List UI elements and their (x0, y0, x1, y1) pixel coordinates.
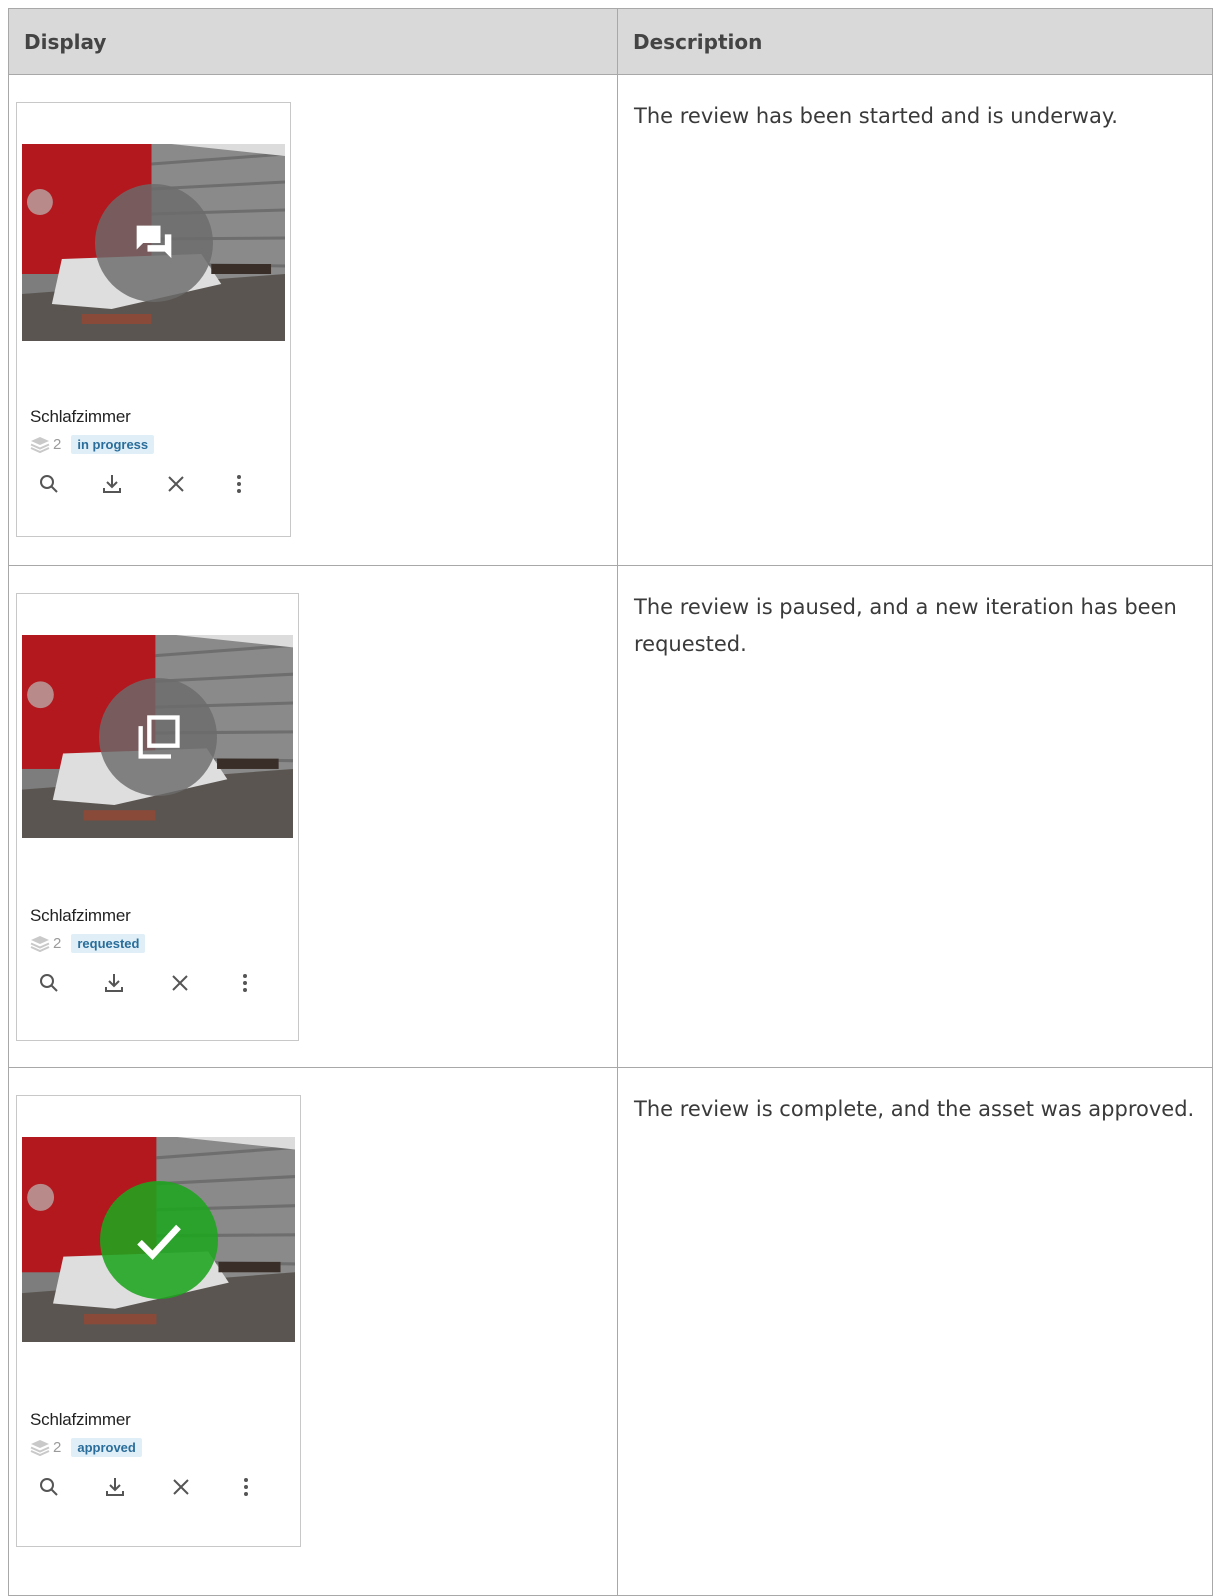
description-cell: The review has been started and is under… (617, 74, 1213, 566)
asset-thumbnail[interactable] (22, 144, 285, 341)
search-icon (40, 475, 58, 493)
display-cell: Schlafzimmer 2 approved (8, 1067, 618, 1596)
remove-button[interactable] (169, 1473, 235, 1501)
status-overlay (98, 677, 217, 796)
asset-name[interactable]: Schlafzimmer (30, 1410, 300, 1430)
status-badge: in progress (71, 435, 155, 454)
close-icon (171, 975, 188, 991)
status-badge: requested (71, 934, 146, 953)
asset-name[interactable]: Schlafzimmer (30, 407, 290, 427)
card-actions (17, 470, 290, 498)
header-description: Description (617, 8, 1213, 75)
download-button[interactable] (102, 969, 167, 997)
download-icon (103, 475, 122, 493)
status-badge: approved (71, 1438, 142, 1457)
download-icon (105, 1478, 124, 1496)
search-icon (40, 974, 58, 992)
version-count: 2 (30, 935, 61, 953)
status-overlay (99, 1180, 218, 1299)
version-count: 2 (30, 436, 61, 454)
more-button[interactable] (227, 470, 290, 498)
version-number: 2 (53, 935, 62, 952)
card-actions (17, 969, 298, 997)
chat-bubbles-icon (136, 225, 171, 258)
download-icon (105, 974, 124, 992)
more-vertical-icon (242, 974, 247, 992)
layers-icon (30, 935, 50, 952)
search-button[interactable] (37, 969, 102, 997)
status-overlay (94, 183, 213, 302)
download-button[interactable] (100, 470, 163, 498)
table-row: Schlafzimmer 2 approved The review is co… (8, 1067, 1213, 1596)
asset-thumbnail[interactable] (22, 635, 293, 838)
states-table: Display Description Schlafzimmer 2 in pr… (8, 8, 1213, 1596)
asset-meta: 2 requested (30, 934, 298, 953)
description-cell: The review is paused, and a new iteratio… (617, 565, 1213, 1068)
checkmark-icon (136, 1224, 181, 1260)
copy-layers-icon (138, 714, 180, 759)
search-button[interactable] (37, 470, 100, 498)
remove-button[interactable] (168, 969, 233, 997)
version-number: 2 (53, 436, 62, 453)
more-button[interactable] (233, 969, 298, 997)
close-icon (172, 1479, 189, 1495)
more-vertical-icon (236, 475, 241, 493)
asset-thumbnail[interactable] (22, 1137, 295, 1342)
layers-icon (30, 436, 50, 453)
asset-card[interactable]: Schlafzimmer 2 in progress (16, 102, 291, 537)
asset-meta: 2 approved (30, 1438, 300, 1457)
asset-card[interactable]: Schlafzimmer 2 approved (16, 1095, 301, 1547)
version-count: 2 (30, 1439, 61, 1457)
display-cell: Schlafzimmer 2 requested (8, 565, 618, 1068)
more-button[interactable] (234, 1473, 300, 1501)
version-number: 2 (53, 1439, 62, 1456)
table-header-row: Display Description (8, 8, 1213, 75)
table-row: Schlafzimmer 2 in progress The review ha… (8, 74, 1213, 566)
card-actions (17, 1473, 300, 1501)
search-button[interactable] (37, 1473, 103, 1501)
remove-button[interactable] (164, 470, 227, 498)
asset-name[interactable]: Schlafzimmer (30, 906, 298, 926)
description-cell: The review is complete, and the asset wa… (617, 1067, 1213, 1596)
display-cell: Schlafzimmer 2 in progress (8, 74, 618, 566)
header-display: Display (8, 8, 618, 75)
table-row: Schlafzimmer 2 requested The review is p… (8, 565, 1213, 1068)
search-icon (40, 1478, 58, 1496)
asset-meta: 2 in progress (30, 435, 290, 454)
close-icon (167, 476, 184, 492)
layers-icon (30, 1439, 50, 1456)
asset-card[interactable]: Schlafzimmer 2 requested (16, 593, 299, 1041)
more-vertical-icon (244, 1478, 249, 1496)
download-button[interactable] (103, 1473, 169, 1501)
